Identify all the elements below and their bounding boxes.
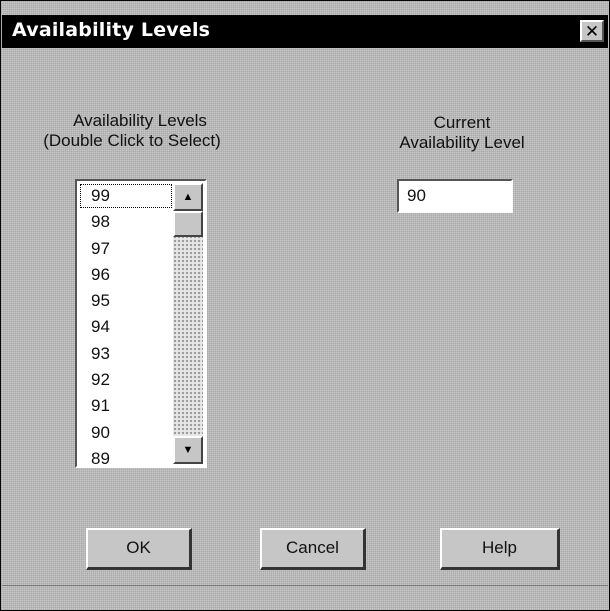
scroll-down-button[interactable]: ▼ [173,436,203,464]
list-item[interactable]: 90 [79,420,173,446]
current-level-label-line1: Current [433,113,491,132]
listbox-scrollbar[interactable]: ▲ ▼ [173,183,203,464]
current-level-label-line2: Availability Level [399,133,525,152]
availability-levels-listbox[interactable]: 99 98 97 96 95 94 93 92 91 90 89 ▲ ▼ [75,179,207,468]
arrow-down-icon: ▼ [182,444,194,456]
arrow-up-icon: ▲ [182,191,194,203]
levels-label-line1: Availability Levels [73,111,207,130]
list-item[interactable]: 99 [79,183,173,209]
list-item[interactable]: 93 [79,341,173,367]
levels-label: Availability Levels (Double Click to Sel… [43,111,235,151]
list-item[interactable]: 96 [79,262,173,288]
list-item[interactable]: 92 [79,367,173,393]
current-level-field[interactable]: 90 [397,179,513,213]
list-item[interactable]: 89 [79,446,173,472]
close-icon: ✕ [584,21,600,41]
list-item[interactable]: 91 [79,393,173,419]
cancel-button[interactable]: Cancel [260,528,366,570]
levels-label-line2: (Double Click to Select) [43,131,221,150]
help-button[interactable]: Help [440,528,560,570]
close-button[interactable]: ✕ [580,20,604,42]
listbox-items: 99 98 97 96 95 94 93 92 91 90 89 [79,183,173,472]
ok-button[interactable]: OK [86,528,192,570]
scroll-thumb[interactable] [173,211,203,237]
window-title: Availability Levels [12,19,211,41]
list-item[interactable]: 98 [79,209,173,235]
current-level-label: Current Availability Level [367,113,557,153]
list-item[interactable]: 95 [79,288,173,314]
scroll-up-button[interactable]: ▲ [173,183,203,211]
availability-levels-dialog: Availability Levels ✕ Availability Level… [0,0,610,611]
title-bar[interactable]: Availability Levels ✕ [2,15,608,48]
list-item[interactable]: 94 [79,314,173,340]
status-bar [2,585,608,610]
list-item[interactable]: 97 [79,236,173,262]
